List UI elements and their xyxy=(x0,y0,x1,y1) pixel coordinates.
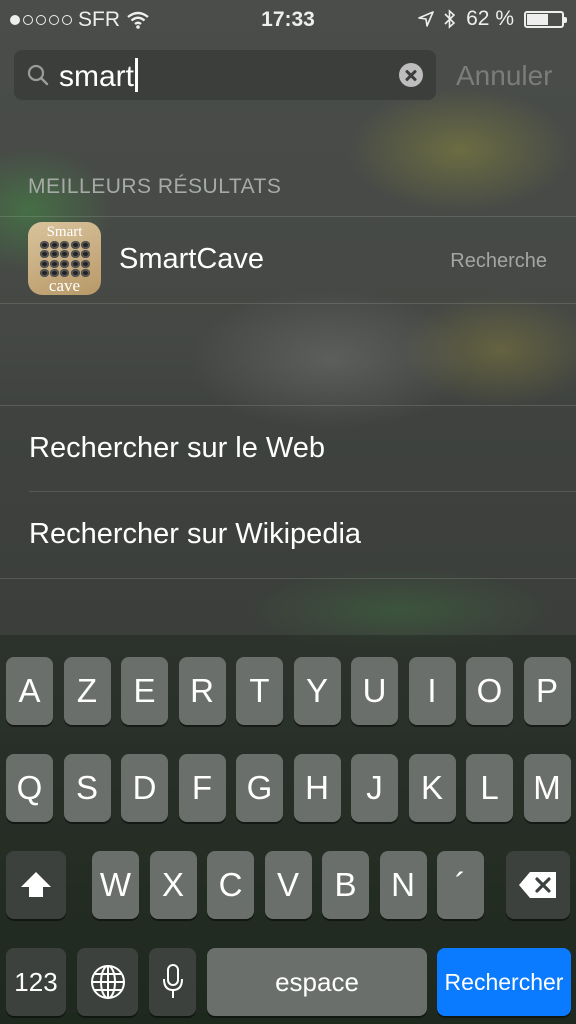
key-i[interactable]: I xyxy=(408,657,456,725)
key-b[interactable]: B xyxy=(322,851,369,919)
space-key[interactable]: espace xyxy=(207,948,427,1016)
bottle-dot xyxy=(50,241,60,249)
search-key[interactable]: Rechercher xyxy=(437,948,571,1016)
icon-text-top: Smart xyxy=(46,224,83,240)
bottle-dot xyxy=(60,250,70,259)
search-input-text: smart xyxy=(59,60,134,93)
key-d[interactable]: D xyxy=(121,754,168,822)
globe-key[interactable] xyxy=(77,948,138,1016)
search-icon xyxy=(27,64,49,86)
bottle-grid-icon xyxy=(40,241,90,277)
key-s[interactable]: S xyxy=(63,754,111,822)
bottle-dot xyxy=(80,250,90,259)
result-name: SmartCave xyxy=(119,243,265,275)
clear-text-icon[interactable] xyxy=(399,63,423,87)
key-w[interactable]: W xyxy=(92,851,139,919)
key-o[interactable]: O xyxy=(466,657,513,725)
bottle-dot xyxy=(70,250,80,259)
shift-key[interactable] xyxy=(6,851,66,919)
key-n[interactable]: N xyxy=(379,851,427,919)
top-hit-result[interactable]: Smart cave SmartCave Recherche xyxy=(0,217,576,303)
key-x[interactable]: X xyxy=(149,851,197,919)
key-p[interactable]: P xyxy=(523,657,571,725)
key-a[interactable]: A xyxy=(6,657,53,725)
key-z[interactable]: Z xyxy=(63,657,111,725)
status-bar: SFR 17:33 62 % xyxy=(0,0,576,38)
search-field[interactable]: smart xyxy=(14,50,436,100)
bottle-dot xyxy=(60,259,70,268)
result-category: Recherche xyxy=(450,250,547,272)
dictation-key[interactable] xyxy=(149,948,196,1016)
cancel-button[interactable]: Annuler xyxy=(456,60,553,92)
bottle-dot xyxy=(60,241,70,249)
key-k[interactable]: K xyxy=(408,754,456,822)
search-web-row[interactable]: Rechercher sur le Web xyxy=(0,405,576,491)
delete-key[interactable] xyxy=(506,851,570,919)
backspace-icon xyxy=(519,872,556,898)
divider xyxy=(0,578,576,579)
bottle-dot xyxy=(80,259,90,268)
key-v[interactable]: V xyxy=(264,851,312,919)
bottle-dot xyxy=(70,241,80,249)
numbers-key[interactable]: 123 xyxy=(6,948,66,1016)
divider xyxy=(0,303,576,304)
battery-percent: 62 % xyxy=(466,7,514,30)
section-title: MEILLEURS RÉSULTATS xyxy=(28,175,282,198)
smartcave-app-icon: Smart cave xyxy=(28,222,101,295)
search-input[interactable]: smart xyxy=(59,58,138,94)
bottle-dot xyxy=(40,241,49,249)
globe-icon xyxy=(90,965,125,999)
key-y[interactable]: Y xyxy=(293,657,341,725)
bottle-dot xyxy=(50,259,60,268)
key-e[interactable]: E xyxy=(121,657,168,725)
key-h[interactable]: H xyxy=(293,754,341,822)
bottle-dot xyxy=(40,259,49,268)
key-r[interactable]: R xyxy=(178,657,226,725)
key-l[interactable]: L xyxy=(466,754,513,822)
key-j[interactable]: J xyxy=(351,754,398,822)
bottle-dot xyxy=(80,268,90,277)
search-wikipedia-label: Rechercher sur Wikipedia xyxy=(29,518,362,550)
location-icon xyxy=(418,11,434,27)
bottle-dot xyxy=(80,241,90,249)
key-m[interactable]: M xyxy=(523,754,571,822)
shift-icon xyxy=(21,872,51,897)
key-u[interactable]: U xyxy=(351,657,398,725)
key-accent[interactable]: ´ xyxy=(437,851,484,919)
bottle-dot xyxy=(50,250,60,259)
search-web-label: Rechercher sur le Web xyxy=(29,432,326,464)
icon-text-bottom: cave xyxy=(48,276,81,295)
key-c[interactable]: C xyxy=(207,851,254,919)
bottle-dot xyxy=(70,259,80,268)
key-g[interactable]: G xyxy=(236,754,283,822)
keyboard: 123 espace Rechercher AZERTYUIOP QSDFGHJK… xyxy=(0,635,576,1024)
microphone-icon xyxy=(162,964,183,998)
bottle-dot xyxy=(40,250,49,259)
text-cursor xyxy=(135,58,138,92)
bottle-dot xyxy=(40,268,49,277)
key-q[interactable]: Q xyxy=(6,754,53,822)
key-t[interactable]: T xyxy=(236,657,283,725)
search-wikipedia-row[interactable]: Rechercher sur Wikipedia xyxy=(0,491,576,577)
key-f[interactable]: F xyxy=(178,754,226,822)
bluetooth-icon xyxy=(444,9,456,29)
battery-icon xyxy=(524,10,567,28)
status-right: 62 % xyxy=(418,7,567,31)
